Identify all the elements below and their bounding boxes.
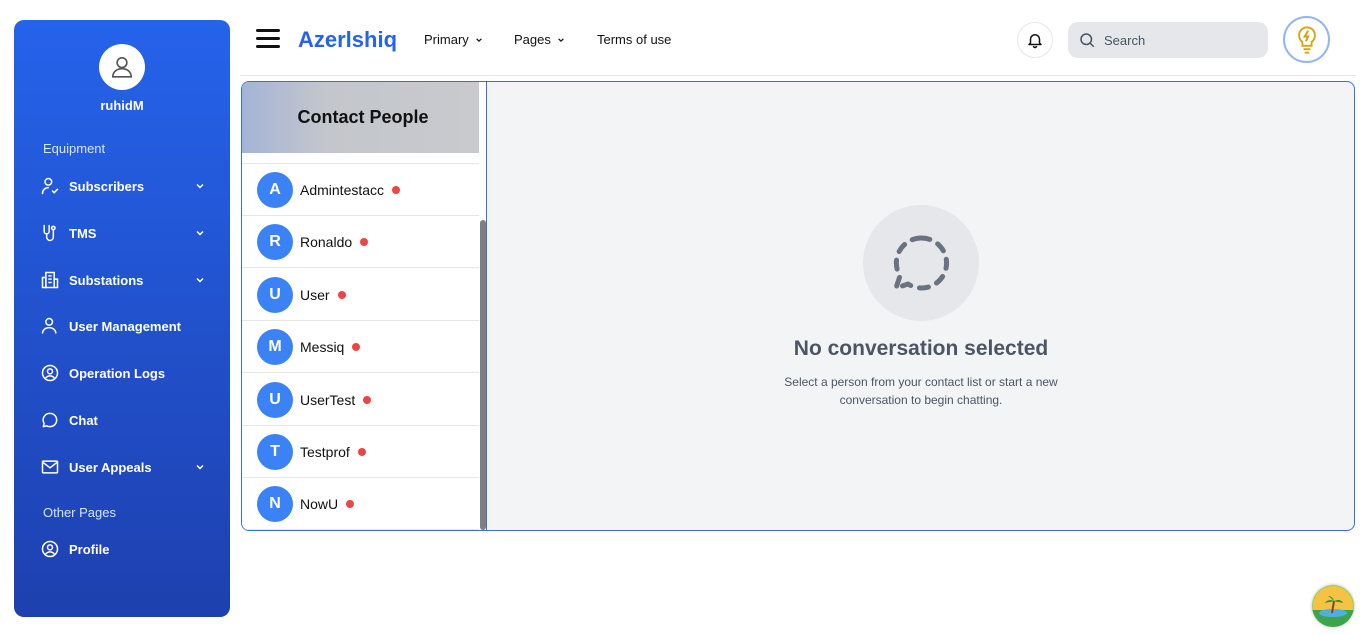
sidebar-item-label: Chat [69,412,98,428]
user-circle-icon [40,539,60,559]
avatar[interactable] [99,44,145,90]
sidebar-item-label: Profile [69,541,110,557]
contact-avatar: A [257,171,293,208]
search-box[interactable] [1068,22,1268,58]
user-avatar-icon [111,56,133,78]
sidebar-item-label: User Appeals [69,459,152,475]
empty-state-title: No conversation selected [793,337,1049,360]
contact-name: UserTest [300,391,356,408]
header-divider [240,75,1356,76]
nav-terms-label: Terms of use [597,32,672,47]
chat-bubble-dashed-icon [863,205,979,321]
lightbulb-bolt-icon [1297,25,1316,54]
contact-avatar: M [257,328,293,365]
chat-panel: Contact People A Admintestacc R Ronaldo … [241,81,1355,531]
contact-avatar: N [257,485,293,522]
empty-state-subtitle: Select a person from your contact list o… [784,375,1058,407]
chevron-down-icon [194,274,206,286]
search-icon [1080,33,1095,48]
chevron-down-icon [194,461,206,473]
status-dot [357,447,366,456]
contact-name: Ronaldo [300,233,353,250]
contact-name: Admintestacc [300,181,385,198]
sidebar-item-label: User Management [69,318,181,334]
sidebar-item-subscribers[interactable]: Subscribers [40,173,210,199]
sidebar-item-tms[interactable]: TMS [40,220,210,246]
contact-avatar: R [257,223,293,260]
contact-list-header: Contact People [242,82,479,153]
brand-title[interactable]: Azerlshiq [298,27,397,53]
nav-pages-label: Pages [514,32,551,47]
section-label-other-pages: Other Pages [43,505,116,520]
contact-item[interactable]: U User [242,269,479,321]
contact-avatar: U [257,276,293,313]
contact-item[interactable]: R Ronaldo [242,216,479,268]
user-avatar-button[interactable] [1283,16,1330,63]
status-dot [392,185,401,194]
sidebar-item-profile[interactable]: Profile [40,536,210,562]
sidebar-item-label: Subscribers [69,178,145,194]
user-check-icon [40,176,60,196]
nav-pages[interactable]: Pages [514,32,565,47]
nav-primary-label: Primary [424,32,469,47]
chat-bubble-icon [40,410,60,430]
sidebar: ruhidM Equipment Subscribers TMS Substat… [14,20,230,617]
contact-list[interactable]: Contact People A Admintestacc R Ronaldo … [242,82,487,530]
notification-bell-button[interactable] [1017,22,1053,58]
hamburger-menu-icon[interactable] [256,29,280,49]
user-circle-icon [40,363,60,383]
empty-conversation-state: No conversation selected Select a person… [488,82,1354,530]
sidebar-item-label: TMS [69,225,97,241]
floating-island-icon[interactable] [1312,585,1354,627]
section-label-equipment: Equipment [43,141,106,156]
status-dot [337,290,346,299]
status-dot [363,395,372,404]
contact-avatar: U [257,381,293,418]
status-dot [352,342,361,351]
chevron-down-icon [475,36,483,44]
chevron-down-icon [557,36,565,44]
nav-terms-of-use[interactable]: Terms of use [597,32,671,47]
contact-item[interactable]: N NowU [242,478,479,530]
bell-icon [1028,34,1042,49]
user-icon [40,316,60,336]
contact-list-title: Contact People [297,107,429,127]
nav-primary[interactable]: Primary [424,32,483,47]
contact-list-scrollbar[interactable] [480,220,486,530]
contact-item[interactable]: A Admintestacc [242,164,479,216]
chevron-down-icon [194,180,206,192]
sidebar-item-user-management[interactable]: User Management [40,313,210,339]
search-input[interactable] [1104,32,1254,48]
mail-icon [40,457,60,477]
contact-name: Testprof [300,443,350,460]
status-dot [346,499,355,508]
contact-name: NowU [300,495,339,512]
sidebar-item-user-appeals[interactable]: User Appeals [40,454,210,480]
contact-item[interactable]: U UserTest [242,374,479,426]
contact-name: Messiq [300,338,345,355]
sidebar-item-operation-logs[interactable]: Operation Logs [40,360,210,386]
sidebar-username: ruhidM [100,98,144,113]
chevron-down-icon [194,227,206,239]
building-icon [40,270,60,290]
contact-item[interactable]: T Testprof [242,426,479,478]
contact-item[interactable]: M Messiq [242,321,479,373]
status-dot [360,237,369,246]
sidebar-item-chat[interactable]: Chat [40,407,210,433]
sidebar-profile: ruhidM [14,44,230,113]
sidebar-item-label: Operation Logs [69,365,166,381]
sidebar-item-substations[interactable]: Substations [40,267,210,293]
contact-avatar: T [257,433,293,470]
sidebar-item-label: Substations [69,272,144,288]
route-icon [40,223,60,243]
contact-name: User [300,286,330,303]
